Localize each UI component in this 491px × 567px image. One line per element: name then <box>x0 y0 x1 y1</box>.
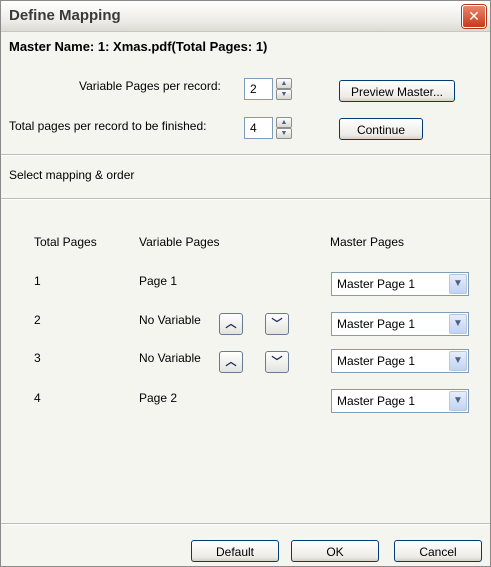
variable-pages-value[interactable]: 2 <box>244 78 273 100</box>
master-page-select[interactable]: Master Page 1 ▼ <box>331 389 469 413</box>
row-total: 2 <box>34 313 41 327</box>
spin-down-icon[interactable]: ▼ <box>276 89 292 100</box>
chevron-down-icon[interactable]: ▼ <box>449 314 467 334</box>
variable-pages-spinner[interactable]: 2 ▲ ▼ <box>244 78 292 100</box>
master-page-select[interactable]: Master Page 1 ▼ <box>331 272 469 296</box>
total-pages-value[interactable]: 4 <box>244 117 273 139</box>
row-total: 3 <box>34 351 41 365</box>
row-total: 4 <box>34 391 41 405</box>
define-mapping-dialog: Define Mapping ✕ Master Name: 1: Xmas.pd… <box>0 0 491 567</box>
chevron-down-icon[interactable]: ▼ <box>449 274 467 294</box>
cancel-button[interactable]: Cancel <box>394 540 482 562</box>
down-arrow-icon: ﹀ <box>271 318 283 330</box>
total-pages-spinner[interactable]: 4 ▲ ▼ <box>244 117 292 139</box>
variable-pages-label: Variable Pages per record: <box>79 79 221 93</box>
close-button[interactable]: ✕ <box>462 5 486 28</box>
master-name-label: Master Name: 1: Xmas.pdf(Total Pages: 1) <box>9 39 268 54</box>
master-page-select[interactable]: Master Page 1 ▼ <box>331 349 469 373</box>
row-variable: Page 1 <box>139 274 178 288</box>
master-page-select-value: Master Page 1 <box>337 277 416 291</box>
chevron-down-icon[interactable]: ▼ <box>449 391 467 411</box>
move-up-button[interactable]: ︿ <box>219 313 243 335</box>
title-bar[interactable]: Define Mapping ✕ <box>1 1 490 32</box>
row-variable: No Variable <box>139 313 201 327</box>
row-total: 1 <box>34 274 41 288</box>
continue-button[interactable]: Continue <box>339 118 423 140</box>
spin-up-icon[interactable]: ▲ <box>276 117 292 128</box>
up-arrow-icon: ︿ <box>225 356 237 368</box>
header-total-pages: Total Pages <box>34 235 97 249</box>
master-page-select-value: Master Page 1 <box>337 317 416 331</box>
ok-button[interactable]: OK <box>291 540 379 562</box>
move-down-button[interactable]: ﹀ <box>265 313 289 335</box>
default-button[interactable]: Default <box>191 540 279 562</box>
row-variable: No Variable <box>139 351 201 365</box>
divider <box>1 154 490 156</box>
dialog-title: Define Mapping <box>9 7 121 24</box>
close-icon: ✕ <box>468 8 480 24</box>
move-down-button[interactable]: ﹀ <box>265 351 289 373</box>
down-arrow-icon: ﹀ <box>271 356 283 368</box>
row-variable: Page 2 <box>139 391 178 405</box>
spin-up-icon[interactable]: ▲ <box>276 78 292 89</box>
spin-down-icon[interactable]: ▼ <box>276 128 292 139</box>
move-up-button[interactable]: ︿ <box>219 351 243 373</box>
total-pages-label: Total pages per record to be finished: <box>9 119 207 133</box>
header-master-pages: Master Pages <box>330 235 405 249</box>
up-arrow-icon: ︿ <box>225 318 237 330</box>
divider <box>1 198 490 200</box>
master-page-select-value: Master Page 1 <box>337 394 416 408</box>
chevron-down-icon[interactable]: ▼ <box>449 351 467 371</box>
preview-master-button[interactable]: Preview Master... <box>339 80 455 102</box>
header-variable-pages: Variable Pages <box>139 235 220 249</box>
section-label: Select mapping & order <box>9 168 135 182</box>
master-page-select[interactable]: Master Page 1 ▼ <box>331 312 469 336</box>
master-page-select-value: Master Page 1 <box>337 354 416 368</box>
divider <box>1 523 490 525</box>
